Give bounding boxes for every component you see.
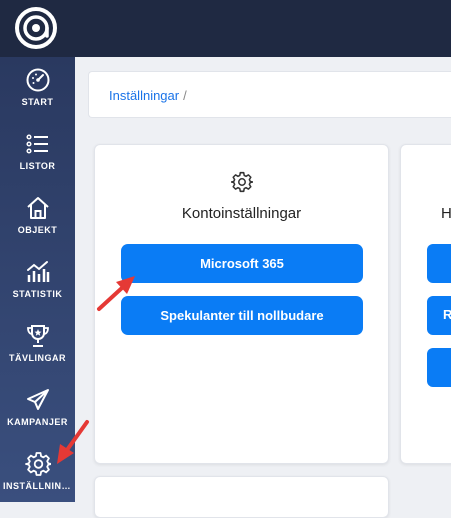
breadcrumb-link-installningar[interactable]: Inställningar — [109, 88, 179, 103]
breadcrumb-bar: Inställningar / — [88, 71, 451, 118]
sidebar-item-label: STATISTIK — [12, 289, 63, 299]
annotation-arrow-microsoft — [97, 276, 135, 311]
paper-plane-icon — [26, 389, 49, 410]
house-icon — [26, 197, 49, 219]
top-bar — [0, 0, 451, 57]
second-card-button-1[interactable] — [427, 244, 451, 283]
second-card-button-2[interactable]: R — [427, 296, 451, 335]
sidebar-item-label: OBJEKT — [17, 225, 58, 235]
trophy-icon — [26, 325, 49, 347]
gear-icon — [231, 171, 253, 193]
spekulanter-till-nollbudare-button[interactable]: Spekulanter till nollbudare — [121, 296, 363, 335]
microsoft-365-button[interactable]: Microsoft 365 — [121, 244, 363, 283]
breadcrumb: Inställningar / — [109, 88, 187, 103]
sidebar-item-label: INSTÄLLNINGAR — [3, 481, 75, 491]
second-settings-card: H R — [400, 144, 451, 464]
card-title-partial: H — [441, 205, 451, 222]
sidebar-item-objekt[interactable]: OBJEKT — [0, 195, 75, 255]
sidebar-item-label: LISTOR — [19, 161, 56, 171]
gear-icon — [24, 452, 51, 476]
card-title: Kontoinställningar — [181, 205, 302, 222]
chart-icon — [26, 261, 49, 282]
sidebar-item-statistik[interactable]: STATISTIK — [0, 259, 75, 319]
sidebar-item-label: TÄVLINGAR — [9, 353, 66, 363]
sidebar-item-tavlingar[interactable]: TÄVLINGAR — [0, 323, 75, 383]
gauge-icon — [26, 68, 49, 92]
second-card-button-3[interactable] — [427, 348, 451, 387]
sidebar-item-start[interactable]: START — [0, 67, 75, 127]
app-logo[interactable] — [14, 6, 58, 50]
sidebar-item-listor[interactable]: LISTOR — [0, 131, 75, 191]
list-icon — [25, 134, 48, 154]
lower-card — [94, 476, 389, 518]
breadcrumb-separator: / — [183, 88, 187, 103]
annotation-arrow-settings — [57, 420, 89, 464]
sidebar-item-label: START — [21, 97, 54, 107]
